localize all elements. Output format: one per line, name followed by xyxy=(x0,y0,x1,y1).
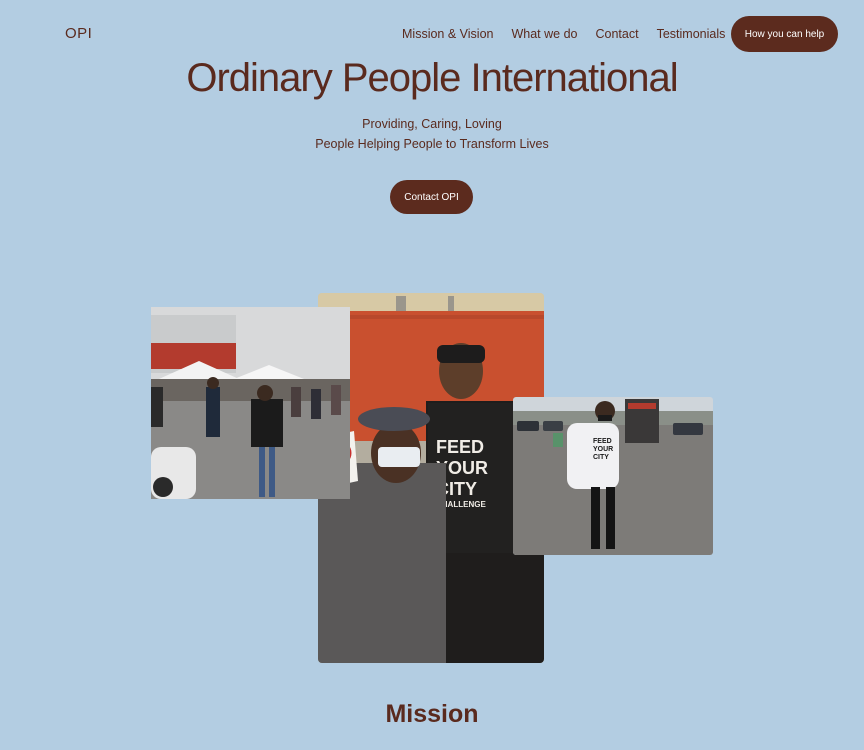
food-drive-event-photo xyxy=(151,307,350,499)
volunteer-parking-lot-photo: FEED YOUR CITY xyxy=(513,397,713,555)
shirt-your-text: YOUR xyxy=(593,446,613,453)
nav-mission-vision[interactable]: Mission & Vision xyxy=(402,27,493,41)
shirt-print-line-1: FEED xyxy=(436,437,484,457)
nav-what-we-do[interactable]: What we do xyxy=(511,27,577,41)
shirt-city-text: CITY xyxy=(593,454,609,461)
tagline-secondary: People Helping People to Transform Lives xyxy=(315,137,549,151)
shirt-feed-text: FEED xyxy=(593,438,612,445)
how-you-can-help-button[interactable]: How you can help xyxy=(731,16,838,52)
nav-testimonials[interactable]: Testimonials xyxy=(657,27,726,41)
volunteers-portrait-photo: FEED YOUR CITY CHALLENGE 3 xyxy=(318,293,544,663)
nav-contact[interactable]: Contact xyxy=(596,27,639,41)
mission-heading: Mission xyxy=(385,700,479,728)
page: OPI Mission & Vision What we do Contact … xyxy=(0,0,864,750)
tagline-primary: Providing, Caring, Loving xyxy=(362,117,502,131)
contact-opi-button[interactable]: Contact OPI xyxy=(390,180,473,214)
page-title: Ordinary People International xyxy=(186,56,678,100)
site-logo[interactable]: OPI xyxy=(65,25,92,42)
main-nav: Mission & Vision What we do Contact Test… xyxy=(402,27,725,41)
